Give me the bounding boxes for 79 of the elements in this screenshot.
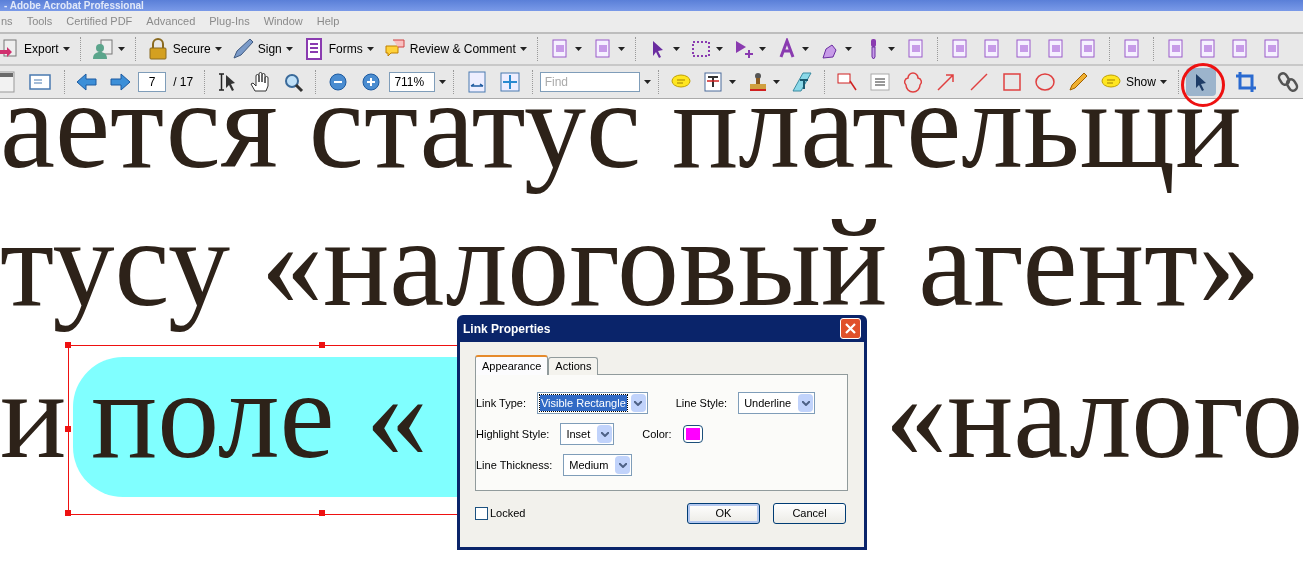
tab[interactable]: Appearance (475, 355, 549, 375)
caret-icon (887, 47, 895, 51)
dropdown-value: Medium (568, 457, 610, 473)
pen-icon[interactable] (231, 38, 254, 60)
marquee-icon[interactable] (689, 38, 712, 60)
dropdown-value: Underline (743, 395, 793, 411)
resize-handle[interactable] (319, 342, 325, 348)
button-label: Export (24, 41, 59, 58)
caret-icon (617, 47, 625, 51)
export-icon[interactable] (0, 38, 20, 60)
text-edit-icon[interactable] (702, 71, 725, 93)
lock-icon[interactable] (146, 38, 169, 60)
field-label: Line Thickness: (476, 457, 553, 473)
button-label: Secure (172, 41, 211, 58)
field-label: Color: (642, 426, 672, 442)
button-label: Show (1125, 74, 1156, 91)
expand-icon[interactable] (439, 80, 447, 84)
link-text[interactable]: поле « (91, 396, 428, 462)
caret-icon (715, 47, 723, 51)
toolbar-button[interactable]: Export (0, 35, 74, 63)
dialog-button[interactable]: OK (687, 503, 760, 524)
toolbar-button[interactable]: Forms (298, 35, 378, 63)
close-icon (845, 323, 856, 334)
caret-icon (285, 47, 293, 51)
caret-icon (1159, 80, 1167, 84)
caret-icon (672, 47, 680, 51)
toolbar-button[interactable]: Sign (227, 35, 297, 63)
page-count: / 17 (172, 74, 195, 91)
dropdown-arrow-icon[interactable] (798, 394, 814, 412)
caret-icon (574, 47, 582, 51)
caret-icon (62, 47, 70, 51)
dropdown-field[interactable]: Inset (560, 423, 615, 445)
caret-icon (117, 47, 125, 51)
document-text: тусу (0, 244, 230, 334)
caret-icon (844, 47, 852, 51)
field-label: Link Type: (476, 395, 526, 411)
dropdown-arrow-icon[interactable] (630, 394, 646, 412)
window-title: - Adobe Acrobat Professional (4, 0, 144, 11)
page-number-field[interactable]: 7 (138, 72, 167, 92)
field-label: Highlight Style: (476, 426, 550, 442)
find-field[interactable]: Find (539, 72, 640, 92)
dropdown-field[interactable]: Visible Rectangle (536, 392, 648, 414)
caret-icon (772, 80, 780, 84)
resize-handle[interactable] (65, 510, 71, 516)
user-document-icon[interactable] (91, 38, 114, 60)
caret-icon (214, 47, 222, 51)
expand-icon[interactable] (643, 80, 651, 84)
resize-handle[interactable] (65, 342, 71, 348)
caret-icon (728, 80, 736, 84)
field-label: Line Style: (675, 395, 728, 411)
checkbox-label: Locked (490, 506, 526, 522)
button-label: Forms (328, 41, 363, 58)
document-text: «налоговый агент» (260, 212, 1261, 310)
dropdown-arrow-icon[interactable] (615, 456, 631, 474)
button-label: Review & Comment (409, 41, 516, 58)
document-text: ается статус плательщи (0, 106, 1242, 196)
dialog-button[interactable]: Cancel (773, 503, 846, 524)
document-text: «налого (885, 396, 1303, 462)
dropdown-arrow-icon[interactable] (597, 425, 613, 443)
button-label: Sign (257, 41, 282, 58)
caret-icon (519, 47, 527, 51)
toolbar-button[interactable]: Review & Comment (379, 35, 531, 63)
dialog-title: Link Properties (463, 320, 551, 338)
dropdown-value: Inset (565, 426, 592, 442)
toolbar-button[interactable]: Show (1095, 68, 1171, 96)
checkbox[interactable] (475, 507, 488, 520)
resize-handle[interactable] (65, 426, 71, 432)
dropdown-value: Visible Rectangle (539, 394, 627, 412)
caret-icon (758, 47, 766, 51)
dropdown-field[interactable]: Medium (563, 454, 633, 476)
caret-icon (366, 47, 374, 51)
dropdown-field[interactable]: Underline (738, 392, 816, 414)
tab[interactable]: Actions (548, 357, 599, 375)
document-text: и (0, 396, 67, 462)
close-button[interactable] (840, 318, 861, 339)
toolbar-button[interactable]: Secure (142, 35, 226, 63)
resize-handle[interactable] (319, 510, 325, 516)
select-object-tool[interactable] (1186, 68, 1217, 96)
caret-icon (801, 47, 809, 51)
